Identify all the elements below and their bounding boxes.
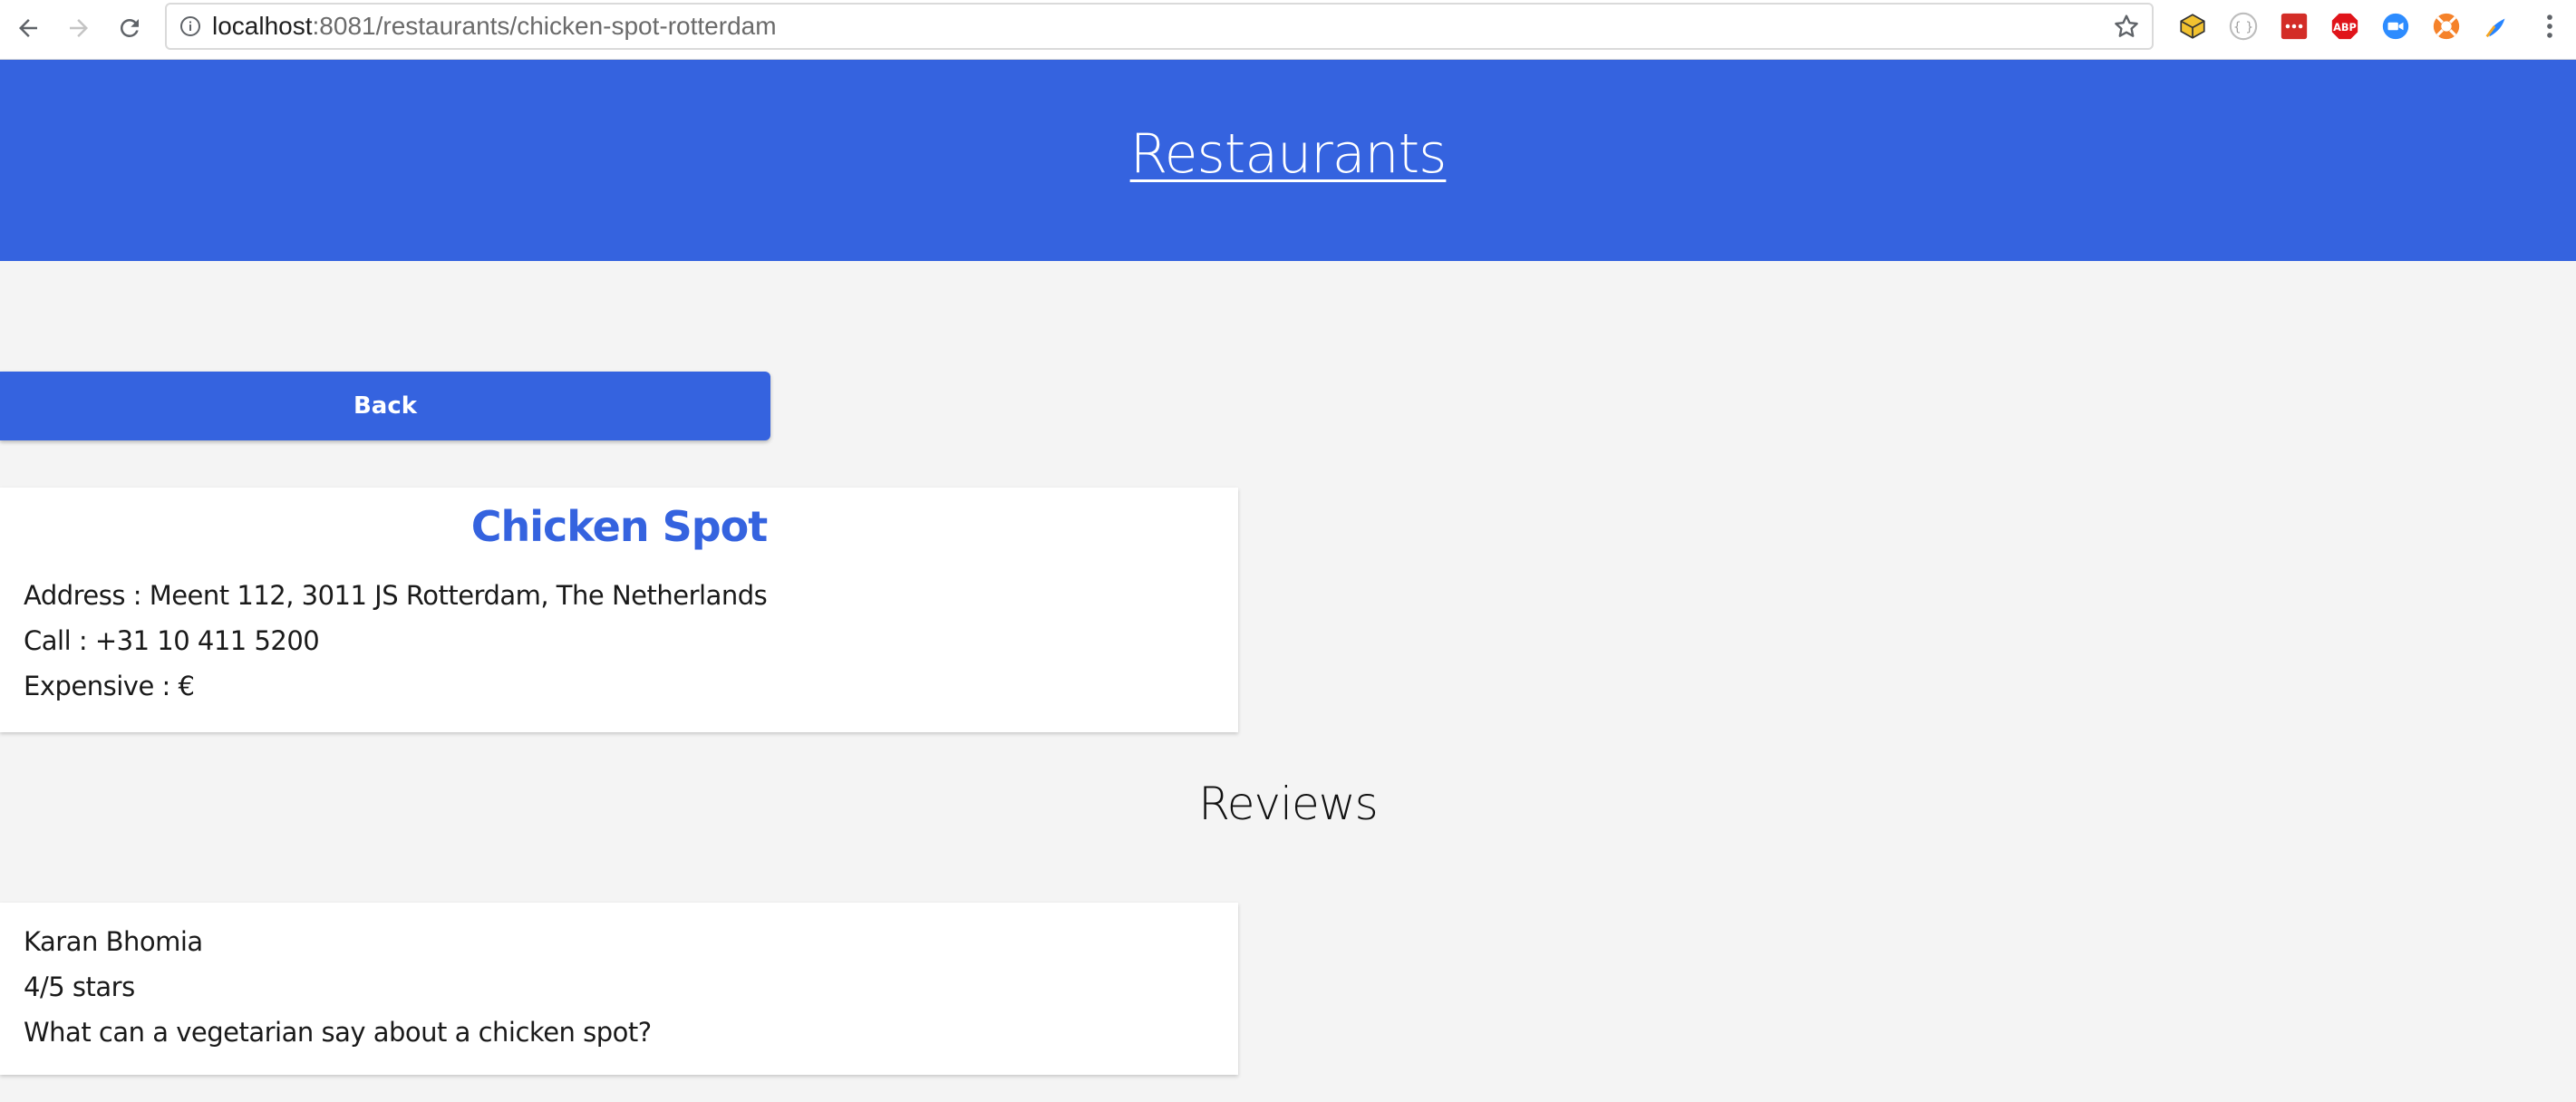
address-bar[interactable]: localhost:8081/restaurants/chicken-spot-… xyxy=(165,3,2154,50)
adblock-extension-icon[interactable]: ABP xyxy=(2329,11,2360,42)
kebab-menu-icon[interactable] xyxy=(2534,11,2565,42)
cube-extension-icon[interactable] xyxy=(2177,11,2208,42)
reviews-heading: Reviews xyxy=(1198,778,1378,830)
review-rating: 4/5 stars xyxy=(24,972,135,1002)
restaurant-phone: Call : +31 10 411 5200 xyxy=(24,625,320,656)
jira-extension-icon[interactable] xyxy=(2482,11,2513,42)
back-button[interactable]: Back xyxy=(0,372,770,440)
restaurant-name: Chicken Spot xyxy=(470,502,769,551)
url-path: :8081/restaurants/chicken-spot-rotterdam xyxy=(312,12,777,40)
back-arrow-icon[interactable] xyxy=(7,7,49,49)
url-host: localhost xyxy=(212,12,313,40)
review-text: What can a vegetarian say about a chicke… xyxy=(24,1017,652,1048)
reload-icon[interactable] xyxy=(109,7,150,49)
review-card: Karan Bhomia 4/5 stars What can a vegeta… xyxy=(0,903,1238,1075)
restaurant-card: Chicken Spot Address : Meent 112, 3011 J… xyxy=(0,488,1238,732)
star-icon[interactable] xyxy=(2112,12,2141,41)
lifesaver-extension-icon[interactable] xyxy=(2431,11,2462,42)
restaurant-address: Address : Meent 112, 3011 JS Rotterdam, … xyxy=(24,580,768,611)
json-extension-icon[interactable]: { } xyxy=(2228,11,2259,42)
review-author: Karan Bhomia xyxy=(24,926,203,957)
restaurants-home-link[interactable]: Restaurants xyxy=(1130,122,1448,186)
svg-text:{ }: { } xyxy=(2233,21,2254,35)
svg-text:ABP: ABP xyxy=(2333,21,2357,34)
url-text[interactable]: localhost:8081/restaurants/chicken-spot-… xyxy=(212,5,777,48)
lastpass-extension-icon[interactable] xyxy=(2279,11,2310,42)
browser-toolbar: localhost:8081/restaurants/chicken-spot-… xyxy=(0,0,2576,60)
app-header: Restaurants xyxy=(0,60,2576,261)
forward-arrow-icon[interactable] xyxy=(58,7,100,49)
info-circle-icon[interactable] xyxy=(179,15,201,37)
zoom-extension-icon[interactable] xyxy=(2380,11,2411,42)
restaurant-price: Expensive : € xyxy=(24,671,195,701)
